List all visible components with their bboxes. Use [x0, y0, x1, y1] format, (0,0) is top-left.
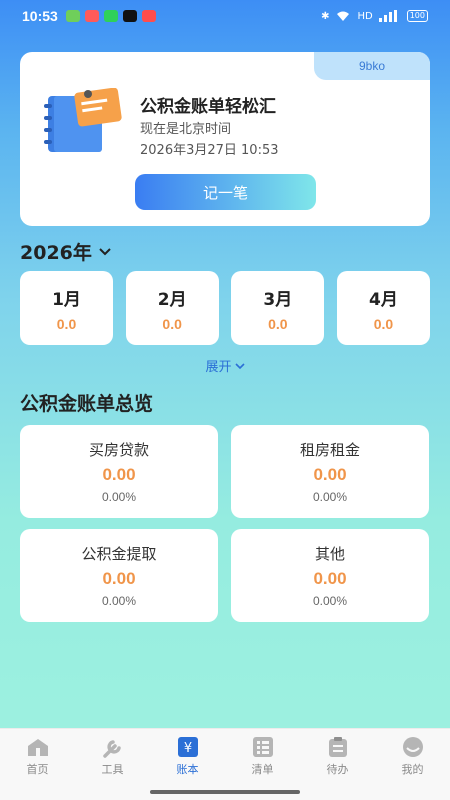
summary-label: 公积金提取 — [81, 545, 157, 563]
ledger-icon: ¥ — [176, 736, 200, 758]
wrench-icon — [101, 736, 125, 758]
status-indicators: ✱ HD 100 — [321, 10, 428, 22]
notebook-icon — [44, 88, 122, 152]
chevron-down-icon — [234, 362, 245, 369]
card-title: 公积金账单轻松汇 — [140, 97, 276, 117]
month-card-january[interactable]: 1月 0.0 — [20, 271, 113, 345]
expand-months-link[interactable]: 展开 — [0, 356, 450, 375]
summary-header-card: 9bko 公积金账单轻松汇 现在是北京时间 2026年3月27日 10:53 记… — [20, 52, 430, 226]
app-notification-icon — [84, 10, 99, 22]
signal-icon — [378, 10, 397, 22]
summary-label: 租房租金 — [299, 441, 360, 459]
overview-card-other[interactable]: 其他 0.00 0.00% — [231, 529, 429, 622]
bottom-nav: 首页 工具 ¥ 账本 清单 待办 我的 — [0, 728, 450, 784]
network-type: HD — [357, 10, 373, 22]
battery-icon: 100 — [406, 10, 428, 22]
nav-label: 我的 — [401, 763, 424, 776]
month-value: 0.0 — [373, 315, 394, 332]
card-badge: 9bko — [314, 52, 430, 80]
summary-amount: 0.00 — [102, 569, 136, 588]
overview-card-withdrawal[interactable]: 公积金提取 0.00 0.00% — [20, 529, 218, 622]
nav-item-list[interactable]: 清单 — [233, 736, 293, 777]
month-card-february[interactable]: 2月 0.0 — [125, 271, 219, 345]
overview-title: 公积金账单总览 — [20, 393, 154, 415]
notification-icons — [65, 10, 156, 22]
overview-card-rent[interactable]: 租房租金 0.00 0.00% — [231, 425, 429, 518]
app-notification-icon — [103, 10, 118, 22]
nav-label: 待办 — [326, 763, 349, 776]
month-card-april[interactable]: 4月 0.0 — [336, 271, 430, 345]
wifi-icon — [337, 11, 350, 21]
expand-label: 展开 — [205, 360, 232, 375]
month-card-march[interactable]: 3月 0.0 — [231, 271, 325, 345]
svg-text:¥: ¥ — [183, 741, 191, 756]
summary-amount: 0.00 — [313, 569, 347, 588]
home-indicator[interactable] — [150, 790, 300, 794]
chevron-down-icon — [99, 247, 111, 255]
list-icon — [251, 736, 275, 758]
summary-amount: 0.00 — [313, 465, 347, 484]
home-icon — [26, 736, 50, 758]
app-notification-icon — [122, 10, 137, 22]
summary-amount: 0.00 — [102, 465, 136, 484]
record-button[interactable]: 记一笔 — [135, 174, 316, 210]
summary-percent: 0.00% — [312, 490, 348, 504]
profile-icon — [401, 736, 425, 758]
month-value: 0.0 — [268, 315, 288, 332]
nav-item-ledger[interactable]: ¥ 账本 — [158, 736, 218, 777]
month-value: 0.0 — [162, 315, 182, 332]
summary-label: 买房贷款 — [88, 441, 149, 459]
year-label: 2026年 — [20, 242, 92, 264]
bluetooth-icon: ✱ — [321, 10, 330, 22]
summary-label: 其他 — [314, 545, 345, 563]
nav-item-profile[interactable]: 我的 — [383, 736, 443, 777]
nav-label: 清单 — [251, 763, 274, 776]
month-name: 4月 — [369, 289, 398, 310]
month-value: 0.0 — [56, 315, 77, 332]
nav-item-tools[interactable]: 工具 — [83, 736, 143, 777]
month-name: 3月 — [263, 289, 293, 310]
month-name: 1月 — [52, 289, 81, 310]
current-datetime: 2026年3月27日 10:53 — [140, 143, 279, 158]
nav-label: 账本 — [176, 763, 199, 776]
status-time: 10:53 — [22, 8, 58, 24]
message-icon — [65, 10, 80, 22]
summary-percent: 0.00% — [101, 490, 137, 504]
app-notification-icon — [141, 10, 156, 22]
month-name: 2月 — [157, 289, 187, 310]
overview-card-home-loan[interactable]: 买房贷款 0.00 0.00% — [20, 425, 218, 518]
nav-label: 首页 — [26, 763, 49, 776]
year-selector[interactable]: 2026年 — [20, 238, 112, 265]
clipboard-icon — [326, 736, 350, 758]
nav-item-todo[interactable]: 待办 — [308, 736, 368, 777]
nav-label: 工具 — [101, 763, 124, 776]
summary-percent: 0.00% — [101, 594, 137, 608]
card-subtitle: 现在是北京时间 — [140, 122, 232, 137]
month-list: 1月 0.0 2月 0.0 3月 0.0 4月 0.0 — [20, 271, 430, 345]
summary-percent: 0.00% — [312, 594, 348, 608]
status-bar: 10:53 ✱ HD 100 — [0, 0, 450, 32]
nav-item-home[interactable]: 首页 — [8, 736, 68, 777]
